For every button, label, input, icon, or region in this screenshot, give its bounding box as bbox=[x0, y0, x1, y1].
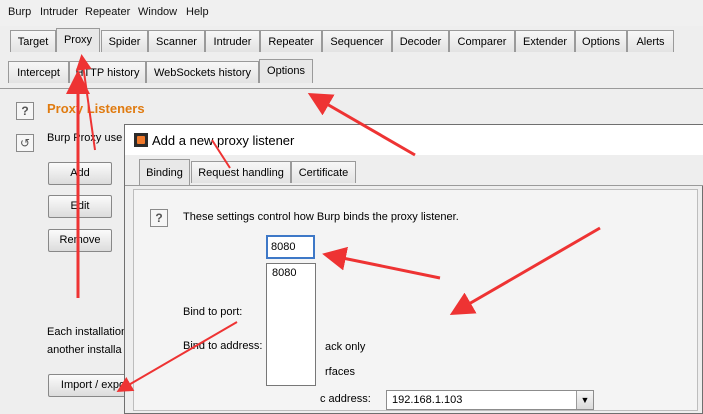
add-button[interactable]: Add bbox=[48, 162, 112, 185]
burp-logo-icon bbox=[134, 133, 148, 147]
section-description: Burp Proxy use bbox=[47, 132, 123, 144]
dialog-title-bar[interactable]: Add a new proxy listener bbox=[125, 125, 703, 156]
refresh-icon[interactable]: ↺ bbox=[16, 134, 34, 152]
bind-address-label: Bind to address: bbox=[183, 340, 263, 352]
menu-window[interactable]: Window bbox=[138, 6, 177, 18]
tab-intruder[interactable]: Intruder bbox=[205, 30, 260, 52]
tab-decoder[interactable]: Decoder bbox=[392, 30, 449, 52]
tab-repeater[interactable]: Repeater bbox=[260, 30, 322, 52]
all-interfaces-option[interactable]: rfaces bbox=[325, 366, 355, 378]
port-autocomplete-list[interactable]: 8080 bbox=[266, 263, 316, 386]
tab-scanner[interactable]: Scanner bbox=[148, 30, 205, 52]
dialog-tab-binding[interactable]: Binding bbox=[139, 159, 190, 185]
bind-port-input[interactable]: 8080 bbox=[266, 235, 315, 259]
help-icon[interactable]: ? bbox=[150, 209, 168, 227]
note-line-1: Each installation bbox=[47, 326, 128, 338]
menu-intruder[interactable]: Intruder bbox=[40, 6, 78, 18]
tab-alerts[interactable]: Alerts bbox=[627, 30, 674, 52]
note-line-2: another installa bbox=[47, 344, 122, 356]
dialog-tab-bar: Binding Request handling Certificate bbox=[125, 155, 703, 186]
subtab-websockets-history[interactable]: WebSockets history bbox=[146, 61, 259, 83]
bind-port-label: Bind to port: bbox=[183, 306, 243, 318]
dialog-tab-certificate[interactable]: Certificate bbox=[291, 161, 356, 183]
chevron-down-icon[interactable]: ▼ bbox=[576, 391, 593, 409]
section-title: Proxy Listeners bbox=[47, 101, 145, 116]
remove-button[interactable]: Remove bbox=[48, 229, 112, 252]
tab-sequencer[interactable]: Sequencer bbox=[322, 30, 392, 52]
menu-bar: Burp Intruder Repeater Window Help bbox=[0, 0, 703, 27]
add-proxy-listener-dialog: Add a new proxy listener Binding Request… bbox=[124, 124, 703, 414]
subtab-options[interactable]: Options bbox=[259, 59, 313, 83]
proxy-sub-tab-bar: Intercept HTTP history WebSockets histor… bbox=[0, 56, 703, 89]
tab-comparer[interactable]: Comparer bbox=[449, 30, 515, 52]
tab-extender[interactable]: Extender bbox=[515, 30, 575, 52]
tab-target[interactable]: Target bbox=[10, 30, 56, 52]
help-icon[interactable]: ? bbox=[16, 102, 34, 120]
specific-address-select[interactable]: 192.168.1.103 ▼ bbox=[386, 390, 594, 410]
specific-address-option[interactable]: c address: bbox=[320, 393, 371, 405]
tab-spider[interactable]: Spider bbox=[101, 30, 148, 52]
menu-repeater[interactable]: Repeater bbox=[85, 6, 130, 18]
binding-description: These settings control how Burp binds th… bbox=[183, 211, 459, 223]
subtab-http-history[interactable]: HTTP history bbox=[69, 61, 146, 83]
dialog-tab-request-handling[interactable]: Request handling bbox=[191, 161, 291, 183]
main-tab-bar: Target Proxy Spider Scanner Intruder Rep… bbox=[0, 26, 703, 57]
specific-address-value: 192.168.1.103 bbox=[392, 394, 463, 406]
menu-help[interactable]: Help bbox=[186, 6, 209, 18]
menu-burp[interactable]: Burp bbox=[8, 6, 31, 18]
binding-panel: ? These settings control how Burp binds … bbox=[133, 189, 698, 411]
edit-button[interactable]: Edit bbox=[48, 195, 112, 218]
dialog-title: Add a new proxy listener bbox=[152, 133, 295, 148]
loopback-only-option[interactable]: ack only bbox=[325, 341, 365, 353]
tab-proxy[interactable]: Proxy bbox=[56, 28, 100, 52]
subtab-intercept[interactable]: Intercept bbox=[8, 61, 69, 83]
port-autocomplete-item[interactable]: 8080 bbox=[267, 264, 315, 279]
tab-options[interactable]: Options bbox=[575, 30, 627, 52]
